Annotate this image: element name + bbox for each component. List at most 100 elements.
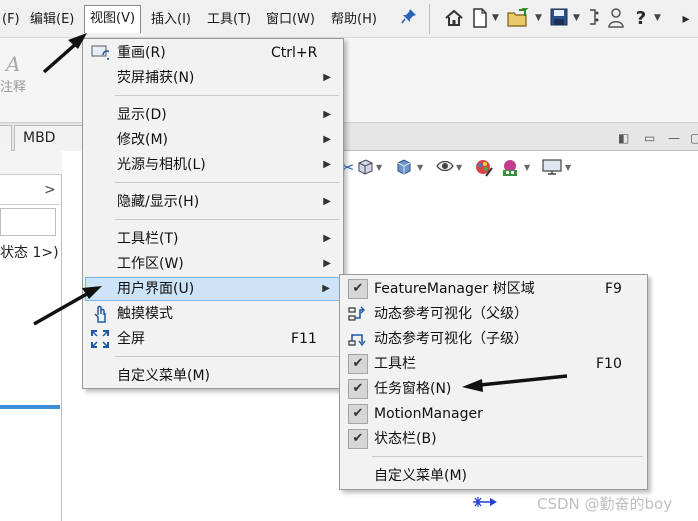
user-icon[interactable]	[607, 8, 625, 30]
checkmark-icon: ✔	[348, 279, 368, 299]
menu-item-label: 工具栏(T)	[117, 231, 179, 247]
menu-item-touch-mode[interactable]: 触摸模式	[85, 302, 341, 326]
menu-insert[interactable]: 插入(I)	[151, 10, 191, 30]
tab-mbd-dimensions[interactable]: MBD Dir	[14, 125, 84, 170]
menu-item-label: 自定义菜单(M)	[374, 468, 468, 484]
toolbar-overflow-icon[interactable]: ▸	[680, 8, 692, 30]
submenu-arrow-icon: ▶	[323, 233, 331, 244]
submenu-item-motionmanager[interactable]: ✔ MotionManager	[342, 402, 645, 426]
submenu-item-featuremanager-tree[interactable]: ✔ FeatureManager 树区域 F9	[342, 277, 645, 301]
chevron-right-icon[interactable]: >	[44, 182, 56, 198]
menu-item-user-interface[interactable]: 用户界面(U) ▶	[85, 277, 341, 301]
menu-item-label: 动态参考可视化（子级）	[374, 331, 528, 347]
pin-icon[interactable]	[400, 8, 418, 30]
menu-separator	[115, 182, 339, 183]
menu-separator	[115, 95, 339, 96]
menu-item-label: FeatureManager 树区域	[374, 281, 535, 297]
new-document-icon[interactable]	[470, 8, 490, 30]
menu-bar: (F) 编辑(E) 视图(V) 插入(I) 工具(T) 窗口(W) 帮助(H) …	[0, 0, 698, 38]
panel-progress-bar	[0, 405, 60, 409]
submenu-item-dynamic-ref-child[interactable]: 动态参考可视化（子级）	[342, 327, 645, 351]
menu-file[interactable]: (F)	[2, 10, 20, 30]
help-dropdown-caret-icon[interactable]: ▼	[654, 13, 661, 23]
scene-dropdown-caret-icon[interactable]: ▼	[524, 163, 530, 172]
menu-item-label: MotionManager	[374, 406, 483, 422]
annotation-icon[interactable]: A	[6, 52, 28, 76]
help-icon[interactable]: ?	[633, 8, 649, 30]
menu-view[interactable]: 视图(V)	[84, 5, 142, 33]
menu-item-workspace[interactable]: 工作区(W) ▶	[85, 252, 341, 276]
home-icon[interactable]	[443, 8, 465, 30]
section-dropdown-caret-icon[interactable]: ▼	[376, 163, 382, 172]
hide-show-items-icon[interactable]	[436, 158, 454, 178]
menu-item-modify[interactable]: 修改(M) ▶	[85, 128, 341, 152]
menu-item-label: 状态栏(B)	[374, 431, 437, 447]
tab-previous[interactable]	[0, 125, 12, 151]
menu-item-lights-cameras[interactable]: 光源与相机(L) ▶	[85, 153, 341, 177]
checkmark-icon: ✔	[348, 379, 368, 399]
save-icon[interactable]	[549, 8, 569, 30]
panel-expander-row[interactable]: >	[0, 179, 60, 205]
submenu-item-status-bar[interactable]: ✔ 状态栏(B)	[342, 427, 645, 451]
watermark-text: CSDN @勤奋的boy	[537, 495, 673, 513]
open-dropdown-caret-icon[interactable]: ▼	[535, 13, 542, 23]
menu-item-shortcut: F9	[605, 281, 622, 297]
print-icon[interactable]	[587, 8, 601, 30]
new-dropdown-caret-icon[interactable]: ▼	[492, 13, 499, 23]
menu-separator	[372, 456, 643, 457]
apply-scene-icon[interactable]	[500, 158, 520, 178]
submenu-arrow-icon: ▶	[323, 72, 331, 83]
submenu-arrow-icon: ▶	[323, 196, 331, 207]
window-maximize-icon[interactable]: ▢	[690, 131, 698, 145]
menu-item-label: 动态参考可视化（父级）	[374, 306, 528, 322]
menu-item-customize-menu[interactable]: 自定义菜单(M)	[85, 364, 341, 388]
section-view-icon[interactable]	[357, 158, 373, 178]
display-dropdown-caret-icon[interactable]: ▼	[417, 163, 423, 172]
menu-item-label: 触摸模式	[117, 306, 173, 322]
menu-item-label: 工具栏	[374, 356, 416, 372]
menu-item-label: 工作区(W)	[117, 256, 184, 272]
menu-item-full-screen[interactable]: 全屏 F11	[85, 327, 341, 351]
submenu-item-task-pane[interactable]: ✔ 任务窗格(N)	[342, 377, 645, 401]
submenu-item-customize-menu[interactable]: 自定义菜单(M)	[342, 464, 645, 488]
menu-item-hide-show[interactable]: 隐藏/显示(H) ▶	[85, 190, 341, 214]
checkmark-icon: ✔	[348, 354, 368, 374]
menu-item-label: 用户界面(U)	[117, 281, 195, 297]
edit-appearance-icon[interactable]	[474, 158, 494, 178]
view-settings-icon[interactable]	[542, 158, 562, 178]
annotation-label[interactable]: 注释	[0, 76, 26, 95]
submenu-item-dynamic-ref-parent[interactable]: 动态参考可视化（父级）	[342, 302, 645, 326]
touch-hand-icon	[91, 305, 109, 323]
hide-dropdown-caret-icon[interactable]: ▼	[456, 163, 462, 172]
menu-item-redraw[interactable]: 重画(R) Ctrl+R	[85, 41, 341, 65]
menu-item-label: 显示(D)	[117, 107, 167, 123]
view-settings-dropdown-caret-icon[interactable]: ▼	[565, 163, 571, 172]
submenu-item-toolbars[interactable]: ✔ 工具栏 F10	[342, 352, 645, 376]
submenu-arrow-icon: ▶	[323, 258, 331, 269]
feature-manager-panel: > 状态 1>)	[0, 151, 62, 521]
filter-input[interactable]	[0, 208, 56, 236]
open-folder-icon[interactable]	[506, 6, 530, 30]
menu-item-display[interactable]: 显示(D) ▶	[85, 103, 341, 127]
panel-header	[0, 151, 62, 175]
checkmark-icon: ✔	[348, 429, 368, 449]
window-minimize-icon[interactable]: —	[668, 131, 680, 145]
menu-tools[interactable]: 工具(T)	[207, 10, 251, 30]
display-style-icon[interactable]	[396, 158, 414, 178]
menu-edit[interactable]: 编辑(E)	[30, 10, 74, 30]
menu-item-screen-capture[interactable]: 荧屏捕获(N) ▶	[85, 66, 341, 90]
submenu-arrow-icon: ▶	[323, 159, 331, 170]
view-menu-dropdown: 重画(R) Ctrl+R 荧屏捕获(N) ▶ 显示(D) ▶ 修改(M) ▶ 光…	[82, 38, 344, 389]
save-dropdown-caret-icon[interactable]: ▼	[573, 13, 580, 23]
menu-item-toolbars[interactable]: 工具栏(T) ▶	[85, 227, 341, 251]
menu-item-label: 隐藏/显示(H)	[117, 194, 200, 210]
menu-help[interactable]: 帮助(H)	[331, 10, 377, 30]
window-tile-icon[interactable]: ▭	[644, 131, 655, 145]
user-interface-submenu: ✔ FeatureManager 树区域 F9 动态参考可视化（父级） 动态参考…	[339, 274, 648, 490]
checkmark-icon: ✔	[348, 404, 368, 424]
menu-item-label: 光源与相机(L)	[117, 157, 206, 173]
redraw-icon	[91, 44, 112, 62]
window-restore-icon[interactable]: ◧	[618, 131, 629, 145]
menu-window[interactable]: 窗口(W)	[266, 10, 315, 30]
full-screen-icon	[91, 330, 109, 348]
